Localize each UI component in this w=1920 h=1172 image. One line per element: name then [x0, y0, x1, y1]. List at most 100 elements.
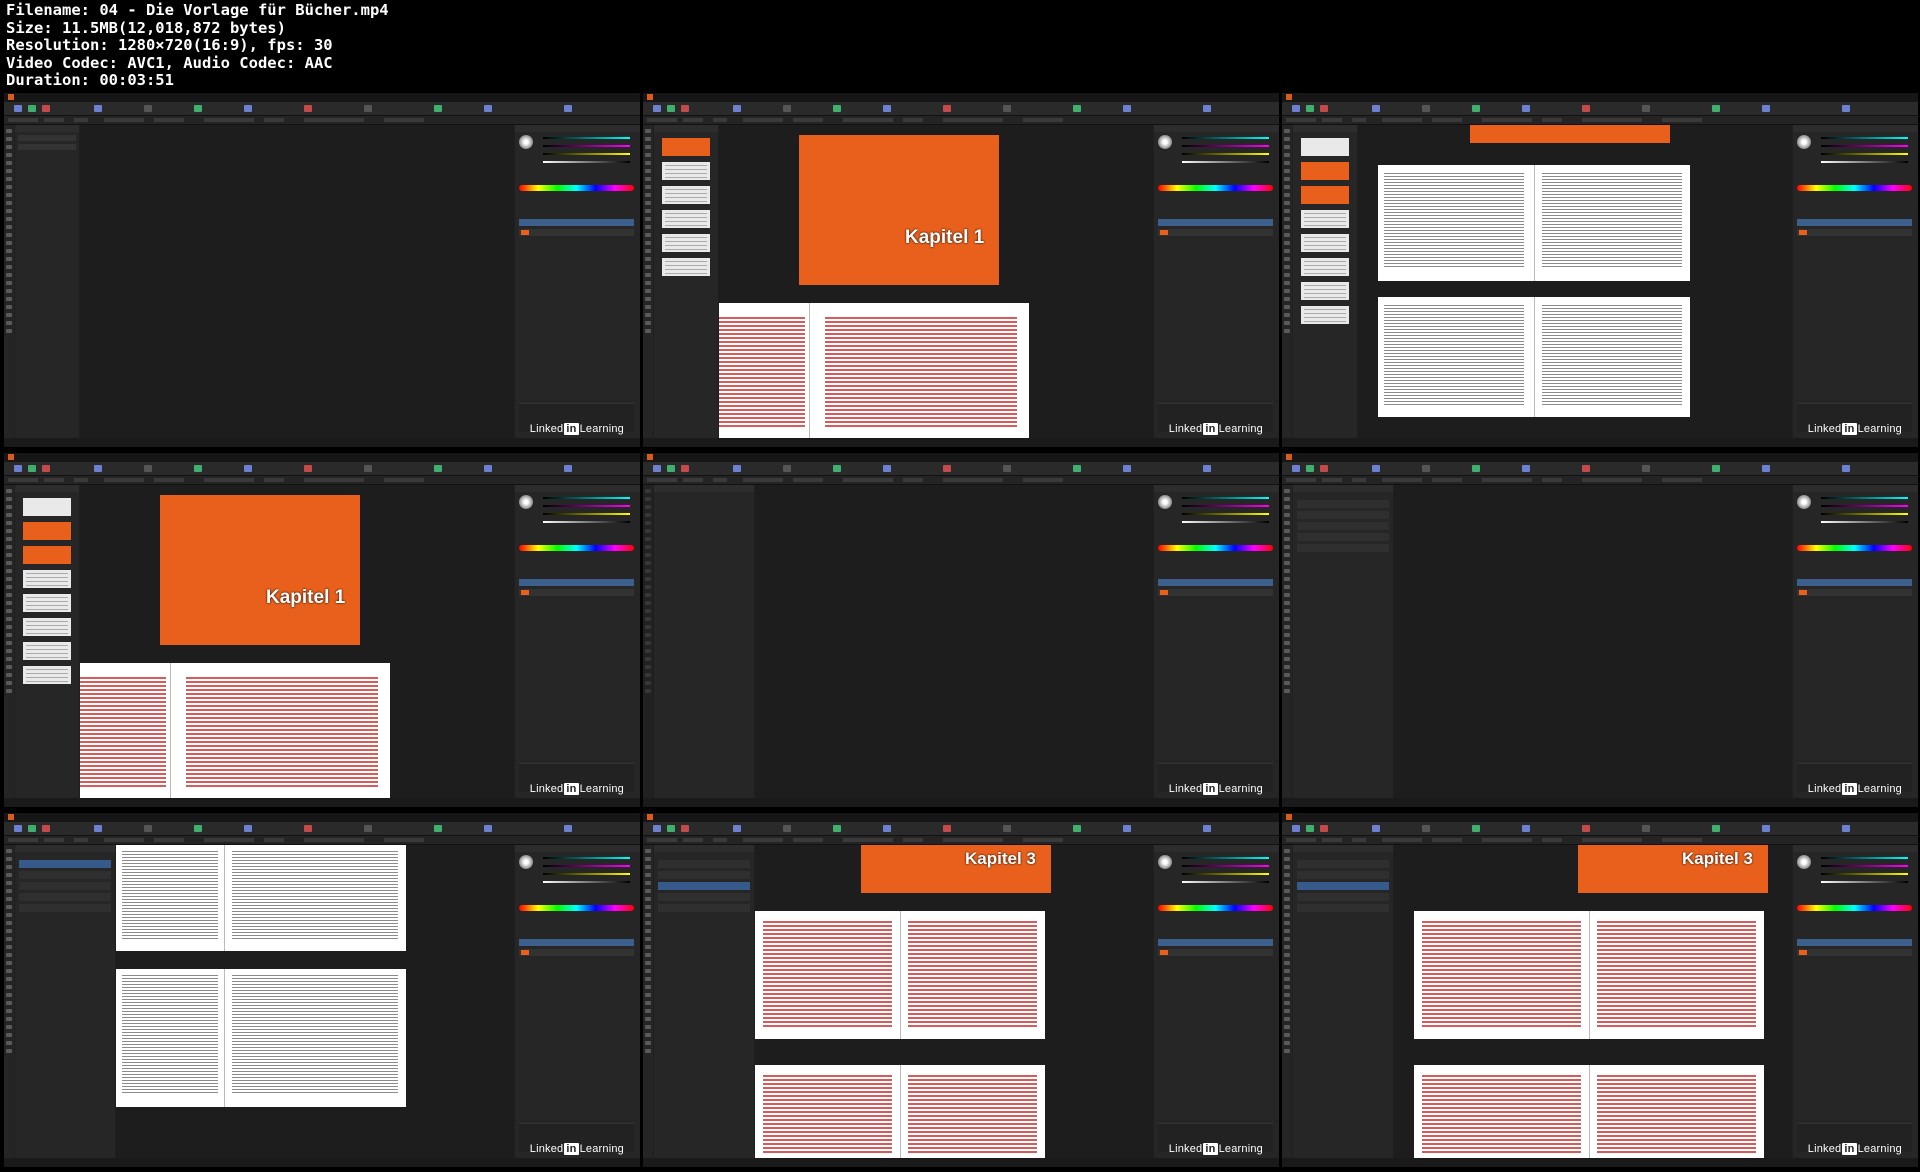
black-slider[interactable]: [543, 161, 630, 163]
tool-icon[interactable]: [645, 289, 651, 293]
tool-icon[interactable]: [645, 513, 651, 517]
panel-tabs[interactable]: [15, 845, 115, 852]
tool-icon[interactable]: [1284, 297, 1290, 301]
toolbar-button-icon[interactable]: [42, 465, 50, 472]
book-chapter-row[interactable]: [1297, 522, 1389, 530]
toolbar-button-icon[interactable]: [1123, 105, 1131, 112]
layer-row[interactable]: [1158, 589, 1273, 596]
context-control[interactable]: [903, 118, 923, 122]
page-thumb[interactable]: [1301, 282, 1349, 300]
color-spectrum[interactable]: [1797, 545, 1912, 551]
tool-icon[interactable]: [645, 673, 651, 677]
toolbar-button-icon[interactable]: [1422, 105, 1430, 112]
tool-icon[interactable]: [645, 177, 651, 181]
tool-icon[interactable]: [1284, 161, 1290, 165]
video-thumbnail[interactable]: ▬▬▬▬▬▬▬▬▬▬▬▬▬▬▬▬▬▬▬▬▬ LinkedinLearning: [4, 813, 640, 1167]
tool-icon[interactable]: [645, 849, 651, 853]
tool-icon[interactable]: [6, 185, 12, 189]
layer-row[interactable]: [519, 949, 634, 956]
context-control[interactable]: [384, 838, 424, 842]
tool-icon[interactable]: [6, 241, 12, 245]
toolbar-button-icon[interactable]: [733, 105, 741, 112]
tool-icon[interactable]: [6, 169, 12, 173]
context-control[interactable]: [1352, 838, 1366, 842]
layer-row[interactable]: [1797, 949, 1912, 956]
tool-icon[interactable]: [1284, 233, 1290, 237]
toolbar-button-icon[interactable]: [1292, 465, 1300, 472]
tool-icon[interactable]: [645, 553, 651, 557]
master-page-thumb[interactable]: [23, 498, 71, 516]
toolbar-button-icon[interactable]: [1306, 105, 1314, 112]
toolbar-button-icon[interactable]: [943, 105, 951, 112]
context-control[interactable]: [74, 118, 88, 122]
tool-icon[interactable]: [1284, 145, 1290, 149]
toolbar-button-icon[interactable]: [94, 105, 102, 112]
context-control[interactable]: [1482, 118, 1532, 122]
toolbar-button-icon[interactable]: [1472, 825, 1480, 832]
context-control[interactable]: [1662, 838, 1702, 842]
video-thumbnail[interactable]: ▬▬▬▬▬▬▬▬▬▬▬▬▬▬▬▬▬▬▬▬▬ LinkedinLearning: [1282, 93, 1918, 447]
page-thumb[interactable]: [662, 186, 710, 204]
toolbar-button-icon[interactable]: [681, 465, 689, 472]
book-chapter-row[interactable]: [658, 871, 750, 879]
tool-icon[interactable]: [6, 225, 12, 229]
tool-icon[interactable]: [1284, 1001, 1290, 1005]
color-spectrum[interactable]: [1158, 545, 1273, 551]
tool-icon[interactable]: [6, 521, 12, 525]
layer-row[interactable]: [1797, 579, 1912, 586]
toolbar-button-icon[interactable]: [28, 105, 36, 112]
tool-icon[interactable]: [1284, 217, 1290, 221]
toolbar-button-icon[interactable]: [1712, 825, 1720, 832]
tool-icon[interactable]: [1284, 177, 1290, 181]
context-control[interactable]: [264, 478, 284, 482]
tool-icon[interactable]: [1284, 881, 1290, 885]
tool-icon[interactable]: [645, 1009, 651, 1013]
tool-icon[interactable]: [645, 313, 651, 317]
layer-row[interactable]: [519, 589, 634, 596]
toolbar-button-icon[interactable]: [1372, 105, 1380, 112]
context-control[interactable]: [843, 478, 893, 482]
toolbar-button-icon[interactable]: [1582, 105, 1590, 112]
panel-tabs[interactable]: [1293, 485, 1393, 492]
tool-icon[interactable]: [1284, 945, 1290, 949]
tool-icon[interactable]: [645, 297, 651, 301]
toolbar-button-icon[interactable]: [564, 465, 572, 472]
magenta-slider[interactable]: [1821, 865, 1908, 867]
tool-icon[interactable]: [645, 641, 651, 645]
tool-icon[interactable]: [6, 849, 12, 853]
context-control[interactable]: [713, 478, 727, 482]
tool-icon[interactable]: [1284, 905, 1290, 909]
color-spectrum[interactable]: [519, 185, 634, 191]
toolbar-button-icon[interactable]: [1642, 465, 1650, 472]
book-chapter-row[interactable]: [19, 882, 111, 890]
yellow-slider[interactable]: [1821, 513, 1908, 515]
tool-icon[interactable]: [645, 329, 651, 333]
tool-icon[interactable]: [1284, 985, 1290, 989]
context-control[interactable]: [943, 478, 1003, 482]
tool-icon[interactable]: [645, 529, 651, 533]
book-chapter-row[interactable]: [658, 893, 750, 901]
tool-icon[interactable]: [1284, 657, 1290, 661]
context-control[interactable]: [304, 118, 364, 122]
toolbar-button-icon[interactable]: [304, 825, 312, 832]
tool-icon[interactable]: [6, 1049, 12, 1053]
tool-icon[interactable]: [1284, 849, 1290, 853]
context-control[interactable]: [154, 118, 184, 122]
tool-icon[interactable]: [645, 1033, 651, 1037]
tool-icon[interactable]: [1284, 921, 1290, 925]
tool-icon[interactable]: [1284, 529, 1290, 533]
toolbar-button-icon[interactable]: [434, 465, 442, 472]
master-page-thumb[interactable]: [1301, 162, 1349, 180]
context-control[interactable]: [1662, 478, 1702, 482]
tool-icon[interactable]: [1284, 193, 1290, 197]
tool-icon[interactable]: [6, 1001, 12, 1005]
tool-icon[interactable]: [6, 129, 12, 133]
tool-icon[interactable]: [6, 305, 12, 309]
panel-tabs[interactable]: [654, 845, 754, 852]
toolbar-button-icon[interactable]: [244, 825, 252, 832]
tool-icon[interactable]: [1284, 625, 1290, 629]
tool-icon[interactable]: [1284, 265, 1290, 269]
color-wheel-icon[interactable]: [1797, 855, 1811, 869]
black-slider[interactable]: [1821, 161, 1908, 163]
context-control[interactable]: [204, 838, 254, 842]
